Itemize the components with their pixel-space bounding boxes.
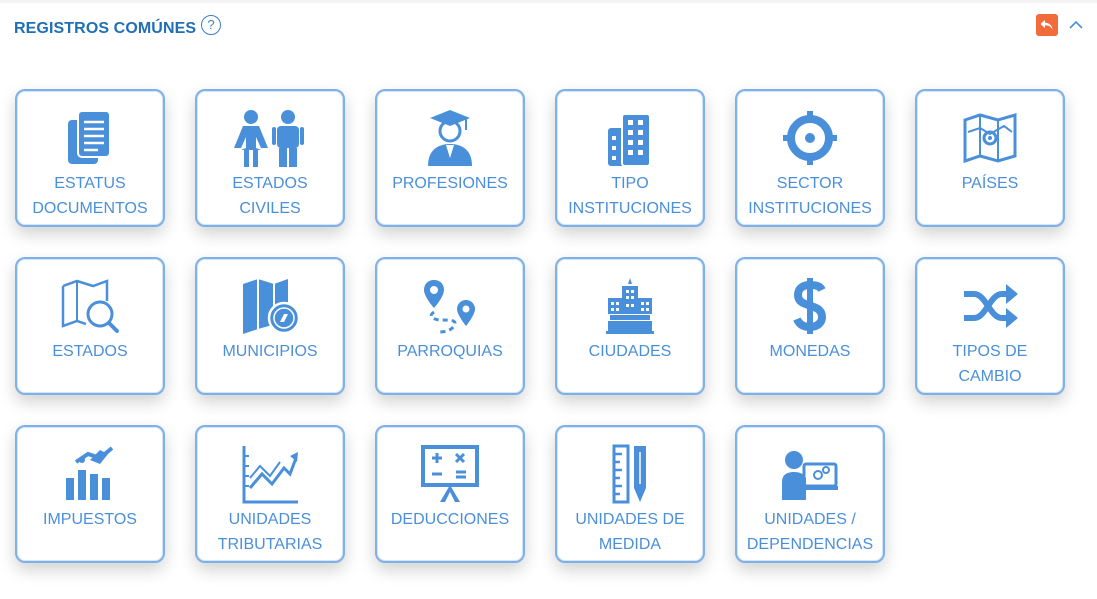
tile-municipios[interactable]: MUNICIPIOS — [195, 257, 345, 395]
tile-monedas[interactable]: MONEDAS — [735, 257, 885, 395]
tile-tipo-instituciones[interactable]: TIPO INSTITUCIONES — [555, 89, 705, 227]
tile-impuestos[interactable]: IMPUESTOS — [15, 425, 165, 563]
tile-unidades-dependencias[interactable]: UNIDADES / DEPENDENCIAS — [735, 425, 885, 563]
tile-label: PAÍSES — [961, 175, 1019, 192]
undo-arrow-icon — [1040, 20, 1053, 30]
tile-parroquias[interactable]: PARROQUIAS — [375, 257, 525, 395]
tile-estados[interactable]: ESTADOS — [15, 257, 165, 395]
world-map-icon — [963, 112, 1017, 164]
math-board-icon — [421, 445, 479, 502]
tile-label: UNIDADES / DEPENDENCIAS — [746, 511, 874, 553]
tile-label: CIUDADES — [588, 343, 672, 360]
shuffle-icon — [964, 284, 1018, 328]
tile-tipos-de-cambio[interactable]: TIPOS DE CAMBIO — [915, 257, 1065, 395]
tile-profesiones[interactable]: PROFESIONES — [375, 89, 525, 227]
tile-label: SECTOR INSTITUCIONES — [748, 175, 872, 217]
tile-estados-civiles[interactable]: ESTADOS CIVILES — [195, 89, 345, 227]
line-chart-icon — [242, 446, 298, 504]
dollar-icon — [793, 278, 827, 334]
tile-label: PARROQUIAS — [397, 343, 503, 360]
tile-label: TIPOS DE CAMBIO — [952, 343, 1028, 385]
couple-icon — [234, 110, 304, 167]
tile-label: ESTADOS CIVILES — [232, 175, 308, 217]
tile-unidades-tributarias[interactable]: UNIDADES TRIBUTARIAS — [195, 425, 345, 563]
tile-sector-instituciones[interactable]: SECTOR INSTITUCIONES — [735, 89, 885, 227]
section-title: REGISTROS COMÚNES — [14, 20, 197, 37]
map-compass-icon — [243, 279, 300, 335]
tax-chart-icon — [66, 446, 114, 500]
help-icon[interactable]: ? — [201, 15, 221, 35]
undo-button[interactable] — [1036, 14, 1058, 36]
tile-label: ESTADOS — [52, 343, 128, 360]
user-computer-icon — [782, 451, 838, 500]
tile-label: IMPUESTOS — [43, 511, 137, 528]
tile-label: UNIDADES DE MEDIDA — [575, 511, 685, 553]
tile-label: PROFESIONES — [392, 175, 508, 192]
section-header: REGISTROS COMÚNES ? — [0, 0, 1097, 55]
documents-icon — [68, 110, 111, 164]
tile-label: DEDUCCIONES — [390, 511, 510, 528]
tile-unidades-de-medida[interactable]: UNIDADES DE MEDIDA — [555, 425, 705, 563]
tile-label: MUNICIPIOS — [222, 343, 318, 360]
map-search-icon — [61, 279, 119, 333]
tile-estatus-documentos[interactable]: ESTATUS DOCUMENTOS — [15, 89, 165, 227]
route-pins-icon — [424, 280, 475, 334]
hotel-icon — [606, 278, 654, 334]
tile-label: UNIDADES TRIBUTARIAS — [217, 511, 323, 553]
graduate-icon — [428, 110, 472, 166]
chevron-up-icon[interactable] — [1068, 19, 1084, 31]
tile-ciudades[interactable]: CIUDADES — [555, 257, 705, 395]
tile-label: MONEDAS — [769, 343, 851, 360]
crosshair-icon — [783, 111, 837, 165]
ruler-pencil-icon — [612, 444, 646, 504]
tile-paises[interactable]: PAÍSES — [915, 89, 1065, 227]
tile-deducciones[interactable]: DEDUCCIONES — [375, 425, 525, 563]
buildings-icon — [608, 113, 651, 167]
tile-label: ESTATUS DOCUMENTOS — [32, 175, 148, 217]
tile-label: TIPO INSTITUCIONES — [568, 175, 692, 217]
